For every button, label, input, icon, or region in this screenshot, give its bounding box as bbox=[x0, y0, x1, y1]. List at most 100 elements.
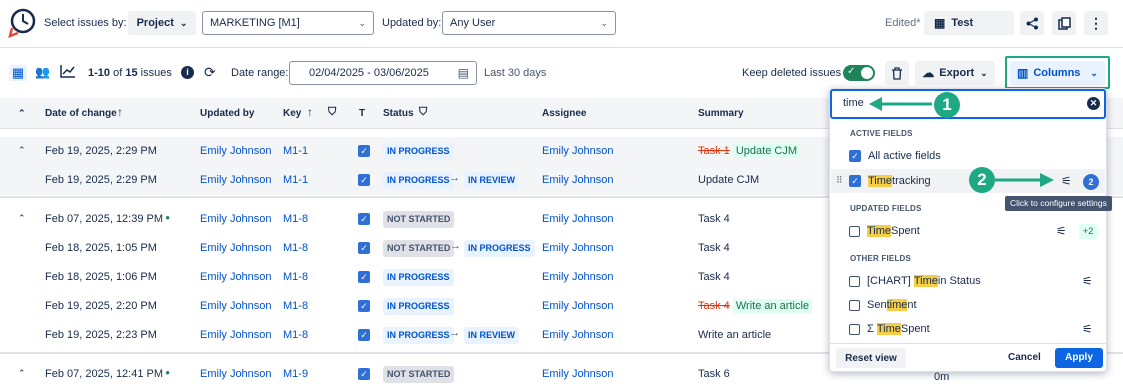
status-badge: NOT STARTED bbox=[383, 211, 455, 228]
task-type-icon: ✓ bbox=[358, 213, 370, 225]
project-select[interactable]: MARKETING [M1] ⌄ bbox=[202, 11, 374, 35]
clear-search-icon[interactable]: ✕ bbox=[1087, 97, 1100, 110]
project-dropdown[interactable]: Project ⌄ bbox=[128, 11, 196, 35]
delete-button[interactable] bbox=[885, 61, 909, 85]
filter-icon[interactable]: ⛉ bbox=[419, 106, 427, 119]
export-button[interactable]: ☁ Export ⌄ bbox=[915, 61, 995, 85]
settings-sliders-icon[interactable]: ⚟ bbox=[1082, 322, 1093, 336]
view-selector-button[interactable]: ▦ Test bbox=[924, 11, 1014, 35]
cell-user[interactable]: Emily Johnson bbox=[200, 213, 272, 225]
header-assignee[interactable]: Assignee bbox=[542, 108, 586, 119]
cell-user[interactable]: Emily Johnson bbox=[200, 145, 272, 157]
collapse-icon[interactable]: ⌃ bbox=[18, 145, 26, 156]
option-all-active-fields[interactable]: ✓ All active fields bbox=[849, 150, 941, 162]
header-key[interactable]: Key bbox=[283, 108, 301, 119]
cell-user[interactable]: Emily Johnson bbox=[200, 368, 272, 380]
summary-new: Write an article bbox=[732, 299, 813, 313]
header-summary[interactable]: Summary bbox=[698, 108, 744, 119]
header-status[interactable]: Status bbox=[383, 108, 414, 119]
header-date[interactable]: Date of change bbox=[45, 108, 117, 119]
cell-time-tracking: 0m bbox=[934, 371, 950, 383]
more-button[interactable]: ⋮ bbox=[1084, 11, 1108, 35]
task-type-icon: ✓ bbox=[358, 174, 370, 186]
cell-assignee[interactable]: Emily Johnson bbox=[542, 174, 614, 186]
cell-assignee[interactable]: Emily Johnson bbox=[542, 145, 614, 157]
option-sentiment[interactable]: Sen time nt bbox=[849, 299, 917, 311]
chart-view-icon[interactable] bbox=[60, 64, 76, 81]
cell-assignee[interactable]: Emily Johnson bbox=[542, 368, 614, 380]
users-icon[interactable]: 👥 bbox=[35, 65, 50, 79]
drag-handle-icon[interactable]: ⠿ bbox=[836, 175, 843, 186]
cell-key[interactable]: M1-8 bbox=[283, 271, 308, 283]
option-chart-time-in-status[interactable]: [CHART] Time in Status bbox=[849, 275, 981, 287]
share-button[interactable] bbox=[1020, 11, 1044, 35]
cell-assignee[interactable]: Emily Johnson bbox=[542, 300, 614, 312]
task-type-icon: ✓ bbox=[358, 271, 370, 283]
cell-key[interactable]: M1-8 bbox=[283, 329, 308, 341]
cell-assignee[interactable]: Emily Johnson bbox=[542, 242, 614, 254]
cell-key[interactable]: M1-8 bbox=[283, 242, 308, 254]
highlight-match: Time bbox=[913, 275, 938, 287]
cell-user[interactable]: Emily Johnson bbox=[200, 174, 272, 186]
status-badge: IN PROGRESS bbox=[464, 240, 535, 257]
export-label: Export bbox=[939, 67, 975, 79]
cell-assignee[interactable]: Emily Johnson bbox=[542, 213, 614, 225]
sort-up-icon[interactable]: ↑ bbox=[307, 105, 313, 119]
cell-date: Feb 19, 2025, 2:20 PM bbox=[45, 300, 157, 312]
cell-key[interactable]: M1-9 bbox=[283, 368, 308, 380]
cell-assignee[interactable]: Emily Johnson bbox=[542, 329, 614, 341]
status-badge: IN PROGRESS bbox=[383, 269, 454, 286]
cell-key[interactable]: M1-8 bbox=[283, 213, 308, 225]
keep-deleted-toggle[interactable]: ✓ bbox=[843, 65, 875, 81]
settings-sliders-icon[interactable]: ⚟ bbox=[1056, 224, 1067, 238]
option-sigma-time-spent[interactable]: Σ Time Spent bbox=[849, 323, 930, 335]
cell-assignee[interactable]: Emily Johnson bbox=[542, 271, 614, 283]
cell-user[interactable]: Emily Johnson bbox=[200, 300, 272, 312]
settings-sliders-icon[interactable]: ⚟ bbox=[1082, 274, 1093, 288]
summary-old: Task 1 bbox=[698, 145, 730, 157]
option-time-tracking[interactable]: ✓ Time tracking bbox=[849, 175, 931, 187]
cell-key[interactable]: M1-1 bbox=[283, 174, 308, 186]
cell-key[interactable]: M1-1 bbox=[283, 145, 308, 157]
info-icon[interactable]: i bbox=[181, 66, 194, 79]
header-updated-by[interactable]: Updated by bbox=[200, 108, 254, 119]
date-range-label: Date range: bbox=[231, 67, 289, 79]
chevron-down-icon: ⌄ bbox=[1090, 67, 1098, 78]
top-bar: Select issues by: Project ⌄ MARKETING [M… bbox=[0, 0, 1123, 48]
checkbox-empty-icon bbox=[849, 323, 860, 335]
cell-summary: Write an article bbox=[698, 329, 772, 341]
collapse-icon[interactable]: ⌃ bbox=[18, 368, 26, 379]
task-type-icon: ✓ bbox=[358, 368, 370, 380]
settings-sliders-icon[interactable]: ⚟ bbox=[1061, 174, 1072, 188]
collapse-icon[interactable]: ⌃ bbox=[18, 213, 26, 224]
cell-date: Feb 19, 2025, 2:23 PM bbox=[45, 329, 157, 341]
cell-key[interactable]: M1-8 bbox=[283, 300, 308, 312]
table-view-icon[interactable]: ▦ bbox=[9, 65, 27, 81]
date-range-input[interactable]: 02/04/2025 - 03/06/2025 ▤ bbox=[289, 61, 477, 85]
checkbox-checked-icon: ✓ bbox=[849, 175, 861, 187]
cell-user[interactable]: Emily Johnson bbox=[200, 242, 272, 254]
option-time-spent[interactable]: Time Spent bbox=[849, 225, 920, 237]
cell-user[interactable]: Emily Johnson bbox=[200, 329, 272, 341]
columns-button[interactable]: ▥ Columns ⌄ bbox=[1010, 61, 1105, 85]
select-issues-label: Select issues by: bbox=[44, 17, 127, 29]
refresh-icon[interactable]: ⟳ bbox=[204, 64, 216, 81]
apply-button[interactable]: Apply bbox=[1055, 348, 1103, 368]
toggle-knob bbox=[861, 67, 873, 79]
reset-view-button[interactable]: Reset view bbox=[836, 348, 906, 368]
collapse-all-icon[interactable]: ⌃ bbox=[18, 108, 26, 119]
updated-by-select[interactable]: Any User ⌄ bbox=[442, 11, 616, 35]
task-type-icon: ✓ bbox=[358, 300, 370, 312]
sort-up-icon[interactable]: ↑ bbox=[117, 105, 123, 119]
cell-user[interactable]: Emily Johnson bbox=[200, 271, 272, 283]
callout-arrow-2 bbox=[995, 173, 1054, 187]
cell-summary: Task 4 Write an article bbox=[698, 299, 813, 313]
header-type[interactable]: T bbox=[359, 108, 365, 119]
trash-icon bbox=[892, 66, 902, 80]
cancel-button[interactable]: Cancel bbox=[1008, 352, 1041, 363]
copy-button[interactable] bbox=[1052, 11, 1076, 35]
cell-date: Feb 19, 2025, 2:29 PM bbox=[45, 145, 157, 157]
keep-deleted-label: Keep deleted issues bbox=[742, 67, 842, 79]
checkbox-checked-icon: ✓ bbox=[849, 150, 861, 162]
filter-icon[interactable]: ⛉ bbox=[328, 106, 336, 119]
